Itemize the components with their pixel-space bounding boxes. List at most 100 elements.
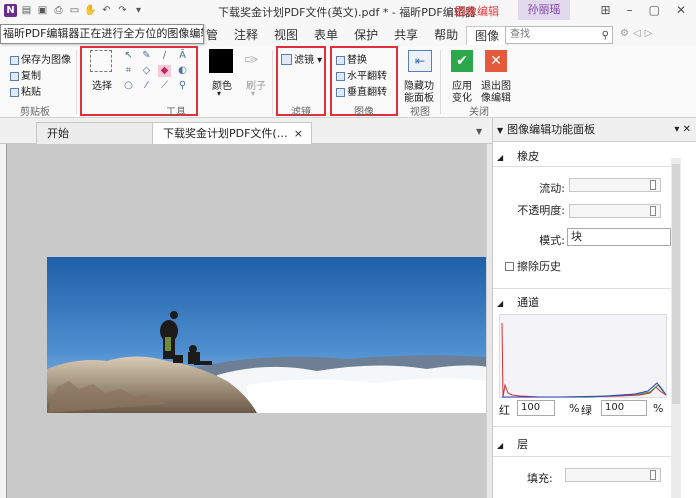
print-icon[interactable]: ⎙ <box>52 4 65 17</box>
menu-tabs: 管 注释 视图 表单 保护 共享 帮助 图像 <box>198 26 509 45</box>
user-account[interactable]: 孙丽瑶 <box>518 0 570 20</box>
flip-vertical-button[interactable]: 垂直翻转 <box>336 83 387 98</box>
eraser-section-header[interactable]: ◢ 橡皮 <box>497 148 539 164</box>
search-icon[interactable]: ⚲ <box>602 28 609 44</box>
fill-slider[interactable] <box>565 468 661 482</box>
clipboard-group-label: 剪贴板 <box>20 107 50 118</box>
page-icon[interactable]: ▭ <box>68 4 81 17</box>
histogram-svg <box>501 322 667 398</box>
green-value-input[interactable]: 100 <box>601 400 647 416</box>
brush-dropdown-icon[interactable]: ▾ <box>251 89 255 98</box>
image-edit-panel: ▼ 图像编辑功能面板 ▾ ✕ ◢ 橡皮 流动: 不透明度: 模式: 块 擦除历史 ◢… <box>492 118 696 498</box>
divider <box>493 426 671 427</box>
checkbox-box[interactable] <box>505 262 514 271</box>
text-icon[interactable]: Ā <box>176 50 189 62</box>
slider-thumb[interactable] <box>650 470 656 480</box>
bucket-icon[interactable]: ◇ <box>140 65 153 77</box>
panel-scrollbar[interactable] <box>671 158 681 498</box>
slider-thumb[interactable] <box>650 206 656 216</box>
settings-icon[interactable]: ⚙ <box>620 28 633 39</box>
color-swatch-icon[interactable] <box>209 49 233 73</box>
filter-button[interactable]: 滤镜 ▾ <box>281 51 322 66</box>
tab-form[interactable]: 表单 <box>306 26 346 45</box>
hide-panel-line2[interactable]: 能面板 <box>404 89 434 104</box>
undo-icon[interactable]: ↶ <box>100 4 113 17</box>
select-button[interactable]: 选择 <box>92 77 112 92</box>
panel-collapse-icon[interactable]: ▼ <box>497 126 503 135</box>
tab-document[interactable]: 下载奖金计划PDF文件(… × <box>152 122 312 144</box>
apply-line2[interactable]: 变化 <box>452 89 472 104</box>
replace-button[interactable]: 替换 <box>336 51 367 66</box>
stamp-icon[interactable]: ◐ <box>176 65 189 77</box>
divider <box>493 288 671 289</box>
pencil-icon[interactable]: ✎ <box>140 50 153 62</box>
channel-section-header[interactable]: ◢ 通道 <box>497 294 539 310</box>
zoom-icon[interactable]: ⚲ <box>176 80 189 92</box>
tools-group-label: 工具 <box>166 107 186 118</box>
tab-protect[interactable]: 保护 <box>346 26 386 45</box>
tab-help[interactable]: 帮助 <box>426 26 466 45</box>
tab-row-tools: ⚙◁▷ <box>620 28 656 39</box>
back-icon[interactable]: ◁ <box>633 28 645 39</box>
brush-button[interactable]: 刷子 <box>246 77 266 92</box>
quick-access-toolbar: N ▤ ▣ ⎙ ▭ ✋ ↶ ↷ ▾ <box>4 4 145 17</box>
slider-thumb[interactable] <box>650 180 656 190</box>
tab-start[interactable]: 开始 <box>36 122 154 144</box>
tab-document-label: 下载奖金计划PDF文件(… <box>163 127 288 140</box>
percent-label: % <box>653 402 664 415</box>
erase-history-checkbox[interactable]: 擦除历史 <box>505 258 561 274</box>
eraser-icon[interactable]: ◆ <box>158 65 171 77</box>
ribbon-separator <box>272 50 273 114</box>
paste-icon <box>10 88 19 97</box>
filter-icon <box>281 54 292 65</box>
save-as-image-button[interactable]: 保存为图像 <box>10 51 71 66</box>
layer-section-header[interactable]: ◢ 层 <box>497 436 528 452</box>
scrollbar-thumb[interactable] <box>672 164 680 404</box>
replace-label: 替换 <box>347 55 367 66</box>
app-logo-icon[interactable]: N <box>4 4 17 17</box>
exit-line2[interactable]: 像编辑 <box>481 89 511 104</box>
panel-title: 图像编辑功能面板 <box>507 123 596 136</box>
customize-icon[interactable]: ▾ <box>132 4 145 17</box>
open-icon[interactable]: ▤ <box>20 4 33 17</box>
dropper-icon[interactable]: ⁄ <box>140 80 153 92</box>
minimize-button[interactable]: – <box>627 3 633 17</box>
paste-label: 粘贴 <box>21 87 41 98</box>
flow-slider[interactable] <box>569 178 661 192</box>
tab-image[interactable]: 图像 <box>466 26 509 45</box>
panel-pin-icon[interactable]: ▾ ✕ <box>674 118 691 142</box>
lasso-icon[interactable]: ○ <box>122 80 135 92</box>
percent-label: % <box>569 402 580 415</box>
filter-group-label: 滤镜 <box>291 107 311 118</box>
color-dropdown-icon[interactable]: ▾ <box>217 89 221 98</box>
smudge-icon[interactable]: ⟋ <box>158 80 171 92</box>
landscape-photo[interactable] <box>47 257 487 413</box>
tab-share[interactable]: 共享 <box>386 26 426 45</box>
search-placeholder: 查找 <box>510 29 530 40</box>
tab-close-icon[interactable]: × <box>294 123 303 144</box>
opacity-slider[interactable] <box>569 204 661 218</box>
close-button[interactable]: ✕ <box>676 3 686 17</box>
forward-icon[interactable]: ▷ <box>645 28 657 39</box>
pointer-icon[interactable]: ↖ <box>122 50 135 62</box>
paste-button[interactable]: 粘贴 <box>10 83 41 98</box>
red-value-input[interactable]: 100 <box>517 400 555 416</box>
document-canvas[interactable] <box>6 144 487 498</box>
hand-icon[interactable]: ✋ <box>84 4 97 17</box>
restore-button[interactable]: ▢ <box>649 3 660 17</box>
flip-horizontal-button[interactable]: 水平翻转 <box>336 67 387 82</box>
ribbon: 保存为图像 复制 粘贴 剪贴板 选择 ↖ ✎ ∕ Ā ⌗ ◇ ◆ ◐ ○ ⁄ ⟋… <box>0 46 696 118</box>
mode-select[interactable]: 块 <box>567 228 671 246</box>
copy-button[interactable]: 复制 <box>10 67 41 82</box>
tab-view[interactable]: 视图 <box>266 26 306 45</box>
color-button[interactable]: 颜色 <box>212 77 232 92</box>
grid-icon[interactable]: ⊞ <box>601 3 611 17</box>
tab-list-dropdown-icon[interactable]: ▼ <box>476 127 482 136</box>
crop-icon[interactable]: ⌗ <box>122 65 135 77</box>
save-icon[interactable]: ▣ <box>36 4 49 17</box>
tab-comment[interactable]: 注释 <box>226 26 266 45</box>
brush-icon[interactable]: ∕ <box>158 50 171 62</box>
red-channel-label: 红 <box>499 404 510 417</box>
search-input[interactable]: 查找 ⚲ <box>505 26 613 44</box>
redo-icon[interactable]: ↷ <box>116 4 129 17</box>
